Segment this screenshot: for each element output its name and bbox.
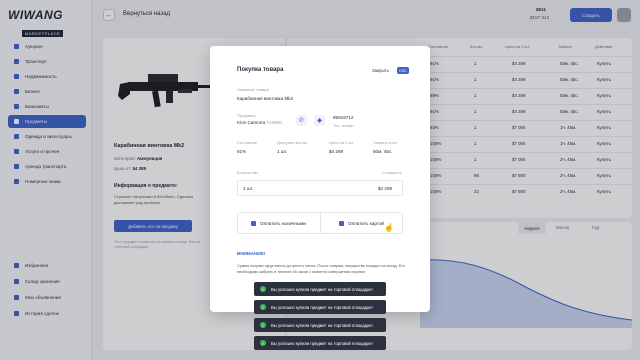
quantity-value: 1 шт.: [243, 186, 254, 191]
esc-badge[interactable]: ESC: [397, 67, 409, 74]
timer-label: Таймер лота: [373, 140, 397, 145]
item-name-value: Карабинная винтовка Mk2: [237, 96, 294, 101]
item-name-label: Название товара: [237, 87, 269, 92]
check-icon: ✓: [260, 286, 266, 292]
condition-value: 91%: [237, 149, 247, 154]
warning-title: ВНИМАНИЕ!: [237, 251, 266, 256]
unit-price-value: $4 289: [329, 149, 344, 154]
seller-label: Продавец: [237, 113, 256, 118]
total-value: $4 289: [378, 186, 393, 191]
warning-text: Сумма покупки округляется до целого числ…: [237, 264, 405, 274]
toast-success[interactable]: ✓ Вы успешно купили предмет на торговой п…: [254, 336, 386, 350]
close-button[interactable]: Закрыть: [372, 68, 389, 73]
phone-icon[interactable]: ✆: [296, 115, 307, 126]
shield-icon: ◆: [314, 115, 325, 126]
toast-success[interactable]: ✓ Вы успешно купили предмет на торговой п…: [254, 300, 386, 314]
available-label: Доступно кол-во: [277, 140, 308, 145]
available-value: 1 шт.: [277, 149, 288, 154]
timer-value: 50м. 45с.: [373, 149, 393, 154]
seller-name: Kion Camorra #10860: [237, 120, 282, 125]
card-icon: [339, 220, 345, 226]
cursor-icon: ☝: [384, 223, 394, 232]
check-icon: ✓: [260, 340, 266, 346]
toast-success[interactable]: ✓ Вы успешно купили предмет на торговой п…: [254, 282, 386, 296]
condition-label: Состояние: [237, 140, 257, 145]
qty-label: Количество: [237, 170, 259, 175]
check-icon: ✓: [260, 322, 266, 328]
pay-cash-button[interactable]: Оплатить наличными: [237, 212, 320, 234]
phone-number: 85916712: [333, 115, 354, 120]
total-label: Стоимость: [382, 170, 403, 175]
check-icon: ✓: [260, 304, 266, 310]
unit-price-label: Цена за 1 шт.: [329, 140, 354, 145]
cash-icon: [251, 220, 257, 226]
phone-label: Тел. номер: [333, 123, 354, 128]
toast-success[interactable]: ✓ Вы успешно купили предмет на торговой п…: [254, 318, 386, 332]
modal-title: Покупка товара: [237, 67, 284, 73]
